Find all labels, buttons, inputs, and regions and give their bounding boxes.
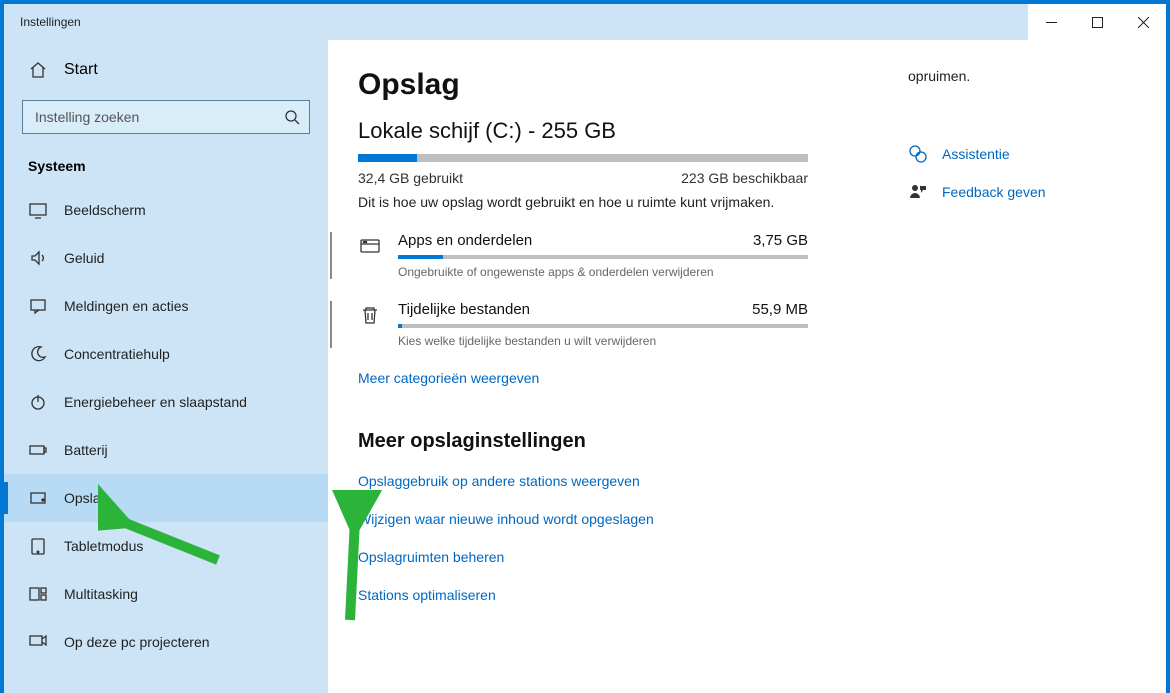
titlebar: Instellingen [4, 4, 1166, 40]
home-icon [28, 60, 48, 80]
help-label: Assistentie [942, 146, 1010, 162]
section-heading: Systeem [4, 148, 328, 186]
feedback-link[interactable]: Feedback geven [908, 182, 1146, 202]
sidebar-item-multitasking[interactable]: Multitasking [4, 570, 328, 618]
link-optimize-drives[interactable]: Stations optimaliseren [358, 587, 898, 603]
link-other-drives[interactable]: Opslaggebruik op andere stations weergev… [358, 473, 898, 489]
sidebar-item-label: Beeldscherm [64, 202, 146, 218]
sidebar-item-label: Multitasking [64, 586, 138, 602]
search-icon [275, 109, 309, 125]
notifications-icon [28, 296, 48, 316]
window-title: Instellingen [4, 15, 81, 29]
tablet-icon [28, 536, 48, 556]
settings-window: Instellingen Start [4, 4, 1166, 693]
battery-icon [28, 440, 48, 460]
feedback-icon [908, 182, 928, 202]
category-temp[interactable]: Tijdelijke bestanden 55,9 MB Kies welke … [358, 301, 808, 348]
help-link[interactable]: Assistentie [908, 144, 1146, 164]
link-change-save-location[interactable]: Wijzigen waar nieuwe inhoud wordt opgesl… [358, 511, 898, 527]
main-panel: Opslag Lokale schijf (C:) - 255 GB 32,4 … [328, 40, 1166, 693]
right-panel: opruimen. Assistentie Feedback geven [898, 68, 1146, 693]
page-title: Opslag [358, 68, 898, 102]
category-apps[interactable]: Apps en onderdelen 3,75 GB Ongebruikte o… [358, 232, 808, 279]
close-icon [1138, 17, 1149, 28]
multitasking-icon [28, 584, 48, 604]
link-storage-spaces[interactable]: Opslagruimten beheren [358, 549, 898, 565]
drive-title: Lokale schijf (C:) - 255 GB [358, 118, 898, 144]
sidebar-item-tablet[interactable]: Tabletmodus [4, 522, 328, 570]
sound-icon [28, 248, 48, 268]
sidebar-item-power[interactable]: Energiebeheer en slaapstand [4, 378, 328, 426]
category-bar [398, 255, 808, 259]
maximize-icon [1092, 17, 1103, 28]
nav-list: Beeldscherm Geluid Meldingen en acties C… [4, 186, 328, 666]
power-icon [28, 392, 48, 412]
storage-icon [28, 488, 48, 508]
sidebar-item-notifications[interactable]: Meldingen en acties [4, 282, 328, 330]
sidebar-item-label: Geluid [64, 250, 104, 266]
category-size: 3,75 GB [753, 232, 808, 249]
category-sub: Ongebruikte of ongewenste apps & onderde… [398, 265, 808, 279]
sidebar-item-storage[interactable]: Opslag [4, 474, 328, 522]
home-label: Start [64, 61, 98, 79]
minimize-icon [1046, 17, 1057, 28]
storage-desc: Dit is hoe uw opslag wordt gebruikt en h… [358, 194, 898, 210]
sidebar-item-label: Batterij [64, 442, 108, 458]
drive-usage-bar [358, 154, 808, 162]
sidebar-item-display[interactable]: Beeldscherm [4, 186, 328, 234]
sidebar-item-label: Tabletmodus [64, 538, 143, 554]
maximize-button[interactable] [1074, 4, 1120, 40]
project-icon [28, 632, 48, 652]
category-bar [398, 324, 808, 328]
show-more-categories-link[interactable]: Meer categorieën weergeven [358, 370, 539, 386]
sidebar-item-label: Op deze pc projecteren [64, 634, 210, 650]
sidebar-item-label: Energiebeheer en slaapstand [64, 394, 247, 410]
feedback-label: Feedback geven [942, 184, 1046, 200]
category-name: Tijdelijke bestanden [398, 301, 530, 318]
category-sub: Kies welke tijdelijke bestanden u wilt v… [398, 334, 808, 348]
search-input[interactable] [23, 109, 275, 125]
free-label: 223 GB beschikbaar [681, 170, 808, 186]
home-button[interactable]: Start [4, 48, 328, 92]
used-label: 32,4 GB gebruikt [358, 170, 463, 186]
sidebar-item-label: Meldingen en acties [64, 298, 189, 314]
sidebar-item-label: Concentratiehulp [64, 346, 170, 362]
trash-icon [358, 303, 382, 327]
category-name: Apps en onderdelen [398, 232, 532, 249]
sidebar-item-project[interactable]: Op deze pc projecteren [4, 618, 328, 666]
category-size: 55,9 MB [752, 301, 808, 318]
sidebar: Start Systeem Beeldscherm Gelu [4, 40, 328, 693]
more-settings-title: Meer opslaginstellingen [358, 430, 898, 453]
apps-icon [358, 234, 382, 258]
moon-icon [28, 344, 48, 364]
help-icon [908, 144, 928, 164]
sidebar-item-focus[interactable]: Concentratiehulp [4, 330, 328, 378]
sidebar-item-label: Opslag [64, 490, 108, 506]
sidebar-item-sound[interactable]: Geluid [4, 234, 328, 282]
close-button[interactable] [1120, 4, 1166, 40]
right-text: opruimen. [908, 68, 1146, 84]
minimize-button[interactable] [1028, 4, 1074, 40]
search-box[interactable] [22, 100, 310, 134]
sidebar-item-battery[interactable]: Batterij [4, 426, 328, 474]
display-icon [28, 200, 48, 220]
